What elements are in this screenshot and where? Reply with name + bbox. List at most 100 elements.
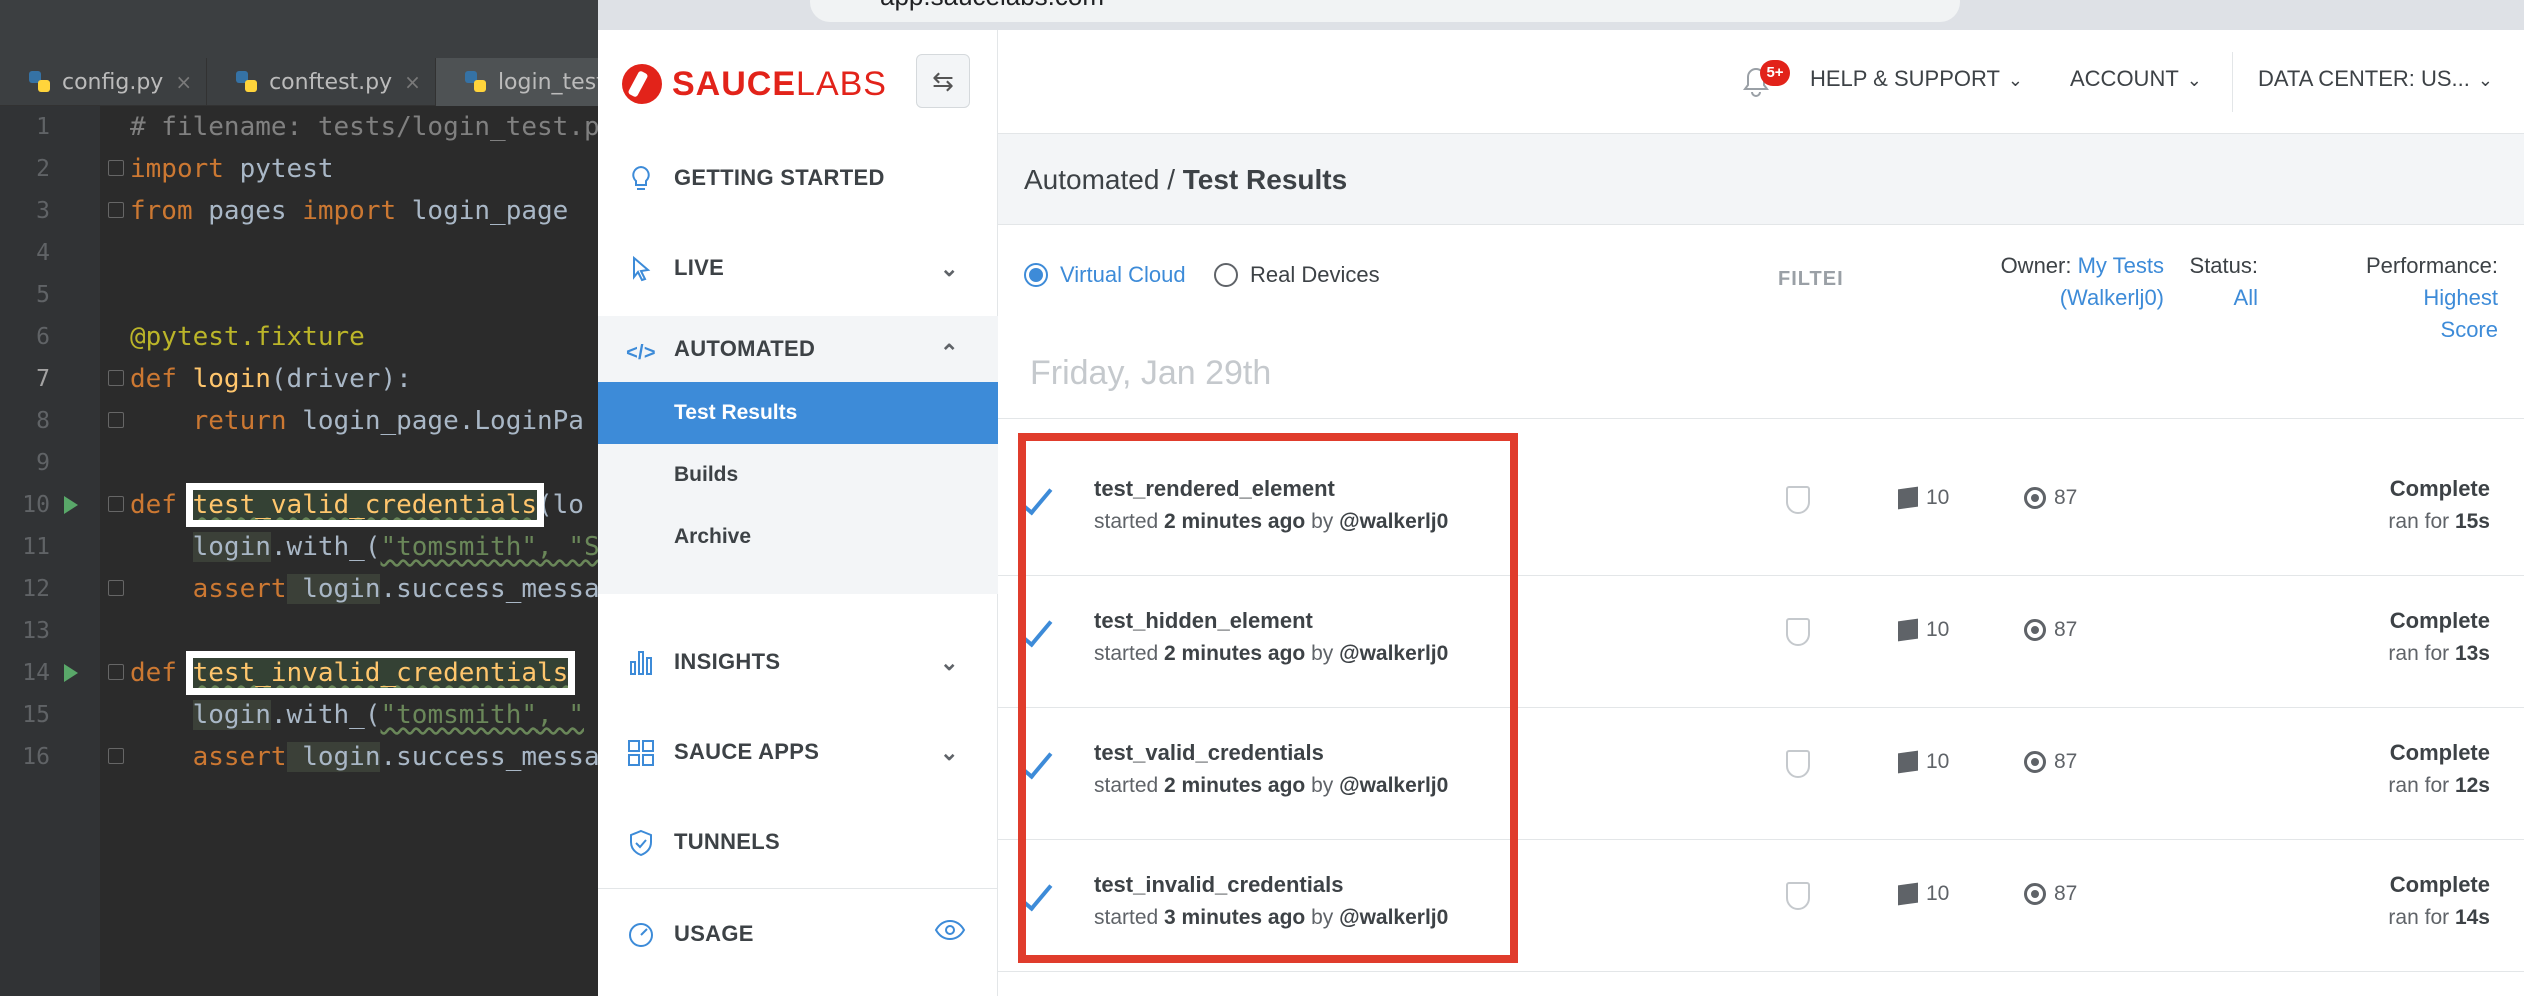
sidebar-item-usage[interactable]: USAGE: [598, 898, 998, 970]
chrome-icon: [2024, 883, 2046, 905]
line-number: 14: [22, 660, 50, 686]
owner-filter[interactable]: Owner: My Tests (Walkerlj0): [1926, 250, 2164, 314]
code-line: 1 # filename: tests/login_test.p: [0, 106, 600, 148]
sidebar-divider: [598, 888, 998, 889]
close-icon[interactable]: ×: [175, 70, 192, 94]
decorator: @pytest.fixture: [130, 322, 365, 352]
sidebar-item-label: INSIGHTS: [674, 649, 781, 674]
logo-text-thin: LABS: [796, 64, 887, 103]
radio-real-devices[interactable]: Real Devices: [1214, 262, 1380, 288]
test-duration: ran for 13s: [2388, 642, 2490, 666]
owner-label: Owner:: [2000, 253, 2072, 278]
data-center-menu[interactable]: DATA CENTER: US... ⌄: [2258, 66, 2493, 92]
help-support-label: HELP & SUPPORT: [1810, 66, 2000, 91]
radio-virtual-cloud[interactable]: Virtual Cloud: [1024, 262, 1186, 288]
saucelabs-logo-icon: [622, 64, 662, 104]
windows-icon: [1898, 882, 1918, 906]
sidebar-subitem-label: Archive: [674, 525, 752, 548]
python-file-icon: [29, 71, 50, 92]
test-duration: ran for 12s: [2388, 774, 2490, 798]
cursor-icon: [626, 254, 656, 284]
python-file-icon: [236, 71, 258, 92]
test-duration: ran for 15s: [2388, 510, 2490, 534]
fold-icon[interactable]: [108, 412, 124, 428]
browser-version: 87: [2054, 750, 2078, 773]
code-text: pages: [192, 196, 303, 226]
eye-icon[interactable]: [934, 918, 966, 948]
owner-value-user[interactable]: (Walkerlj0): [2060, 285, 2164, 310]
sidebar-item-label: GETTING STARTED: [674, 165, 885, 190]
keyword: def: [130, 490, 177, 520]
run-test-icon[interactable]: [64, 664, 78, 682]
line-number: 11: [22, 534, 50, 560]
fold-icon[interactable]: [108, 160, 124, 176]
test-status: Complete: [2389, 608, 2490, 633]
fold-icon[interactable]: [108, 496, 124, 512]
account-label: ACCOUNT: [2070, 66, 2179, 91]
os-version: 10: [1926, 618, 1950, 641]
close-icon[interactable]: ×: [404, 70, 421, 94]
shield-icon: [1786, 882, 1810, 910]
filter-button[interactable]: FILTEI: [1778, 268, 1844, 291]
performance-value-2[interactable]: Score: [2441, 317, 2498, 342]
code-editor: config.py × conftest.py × login_test. 1 …: [0, 0, 627, 996]
fold-icon[interactable]: [108, 748, 124, 764]
sidebar-item-getting-started[interactable]: GETTING STARTED: [598, 142, 998, 214]
shield-icon: [1786, 750, 1810, 778]
status-value[interactable]: All: [2234, 285, 2258, 310]
windows-icon: [1898, 750, 1918, 774]
meta-text: ran for: [2388, 510, 2455, 533]
string-literal: , ": [537, 700, 584, 730]
sidebar-item-label: LIVE: [674, 255, 725, 280]
line-number: 1: [36, 114, 50, 140]
performance-value[interactable]: Highest: [2423, 285, 2498, 310]
windows-icon: [1898, 486, 1918, 510]
sidebar: SAUCELABS ⇆ GETTING STARTED LIVE ⌄ </> A…: [598, 30, 998, 996]
fold-icon[interactable]: [108, 580, 124, 596]
address-bar[interactable]: app.saucelabs.com: [810, 0, 1960, 22]
collapse-sidebar-button[interactable]: ⇆: [916, 54, 970, 108]
fold-icon[interactable]: [108, 370, 124, 386]
tab-config-py[interactable]: config.py ×: [0, 58, 208, 106]
sidebar-item-insights[interactable]: INSIGHTS ⌄: [598, 626, 998, 698]
sidebar-subitem-archive[interactable]: Archive: [598, 506, 998, 568]
performance-filter[interactable]: Performance: Highest Score: [2288, 250, 2498, 346]
chevron-up-icon: ⌃: [940, 340, 959, 365]
breadcrumb: Automated / Test Results: [1024, 164, 1347, 196]
lightbulb-icon: [626, 164, 656, 194]
help-support-menu[interactable]: HELP & SUPPORT ⌄: [1810, 66, 2023, 92]
line-number: 7: [36, 366, 50, 392]
sidebar-subitem-test-results[interactable]: Test Results: [598, 382, 998, 444]
sidebar-subitem-builds[interactable]: Builds: [598, 444, 998, 506]
run-test-icon[interactable]: [64, 496, 78, 514]
sidebar-item-live[interactable]: LIVE ⌄: [598, 232, 998, 304]
keyword: import: [302, 196, 397, 226]
code-line: 6 @pytest.fixture: [0, 316, 600, 358]
code-text: .with_(: [270, 532, 381, 562]
browser-info: 87: [2024, 486, 2077, 510]
fold-icon[interactable]: [108, 202, 124, 218]
top-header: 5+ HELP & SUPPORT ⌄ ACCOUNT ⌄ DATA CENTER:…: [998, 30, 2524, 134]
fold-icon[interactable]: [108, 664, 124, 680]
owner-value[interactable]: My Tests: [2078, 253, 2164, 278]
duration-value: 13s: [2454, 642, 2490, 665]
browser-version: 87: [2054, 618, 2078, 641]
tab-conftest-py[interactable]: conftest.py ×: [207, 58, 436, 106]
code-line: 16 assert login.success_messa: [0, 736, 600, 778]
account-menu[interactable]: ACCOUNT ⌄: [2070, 66, 2202, 92]
line-number: 15: [22, 702, 50, 728]
tab-label: config.py: [62, 69, 164, 95]
header-divider: [2232, 52, 2233, 112]
status-filter[interactable]: Status: All: [2188, 250, 2258, 314]
radio-label: Virtual Cloud: [1060, 262, 1186, 287]
breadcrumb-parent[interactable]: Automated: [1024, 164, 1159, 195]
code-text: login: [192, 700, 271, 730]
sidebar-item-tunnels[interactable]: TUNNELS: [598, 806, 998, 878]
keyword: return: [192, 406, 287, 436]
sidebar-item-sauce-apps[interactable]: SAUCE APPS ⌄: [598, 716, 998, 788]
saucelabs-logo[interactable]: SAUCELABS: [622, 64, 887, 104]
duration-value: 15s: [2454, 510, 2490, 533]
automated-submenu: Test Results Builds Archive: [598, 382, 998, 594]
sidebar-item-automated[interactable]: </> AUTOMATED ⌃: [598, 316, 998, 382]
shield-icon: [1786, 486, 1810, 514]
